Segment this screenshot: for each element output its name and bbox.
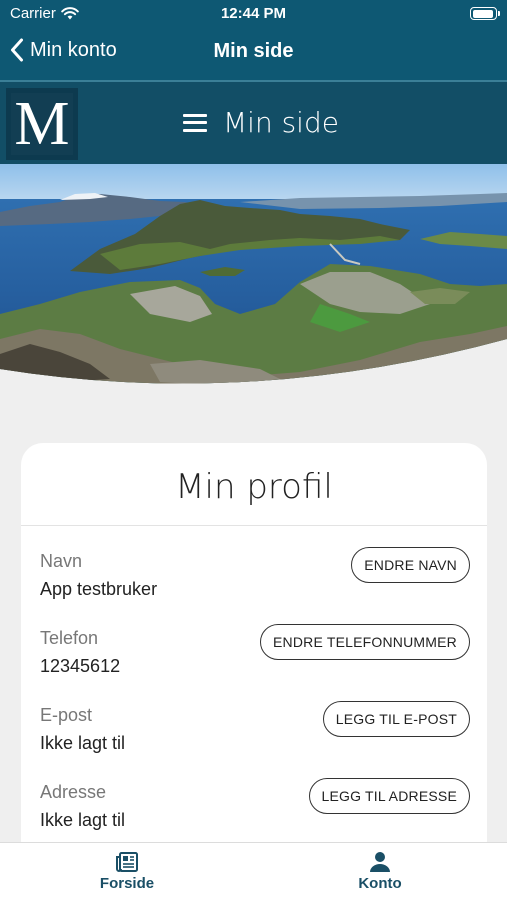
profile-field-email: E-post Ikke lagt til LEGG TIL E-POST [40,701,470,765]
field-label: E-post [40,705,93,725]
chevron-left-icon [11,38,23,62]
field-label: Telefon [40,628,99,648]
tab-label: Konto [358,875,402,892]
change-name-button[interactable]: ENDRE NAVN [351,547,470,583]
profile-title: Min profil [175,467,333,507]
change-phone-button[interactable]: ENDRE TELEFONNUMMER [259,624,470,660]
field-value: Ikke lagt til [40,733,126,753]
status-bar: Carrier 12:44 PM [0,0,507,28]
field-value: 12345612 [40,656,121,676]
menu-button[interactable]: Min side [183,106,339,139]
logo[interactable]: M [6,88,78,160]
brand-header: M Min side [0,80,507,164]
back-button-label: Min konto [30,38,117,61]
menu-title: Min side [223,106,339,139]
person-icon [370,852,390,872]
tab-forside[interactable]: Forside [72,851,182,892]
back-button[interactable]: Min konto [10,38,117,62]
tab-label: Forside [99,875,155,892]
battery-icon [470,7,500,20]
hamburger-icon [183,113,207,132]
add-address-button[interactable]: LEGG TIL ADRESSE [308,778,470,814]
profile-card: Min profil Navn App testbruker ENDRE NAV… [21,443,487,863]
field-value: App testbruker [40,579,158,599]
field-value: Ikke lagt til [40,810,126,830]
divider [21,525,487,526]
newspaper-icon [116,852,138,872]
logo-letter: M [11,93,73,155]
field-label: Adresse [40,782,107,802]
hero-landscape-image [0,164,507,384]
profile-field-phone: Telefon 12345612 ENDRE TELEFONNUMMER [40,624,470,688]
tab-konto[interactable]: Konto [325,851,435,892]
status-time: 12:44 PM [220,5,287,22]
field-label: Navn [40,551,83,571]
tab-bar: Forside Konto [0,842,507,900]
navigation-bar: Min konto Min side [0,30,507,76]
top-bar: Carrier 12:44 PM Min konto Min side [0,0,507,80]
profile-field-address: Adresse Ikke lagt til LEGG TIL ADRESSE [40,778,470,842]
profile-field-name: Navn App testbruker ENDRE NAVN [40,547,470,611]
add-email-button[interactable]: LEGG TIL E-POST [322,701,470,737]
